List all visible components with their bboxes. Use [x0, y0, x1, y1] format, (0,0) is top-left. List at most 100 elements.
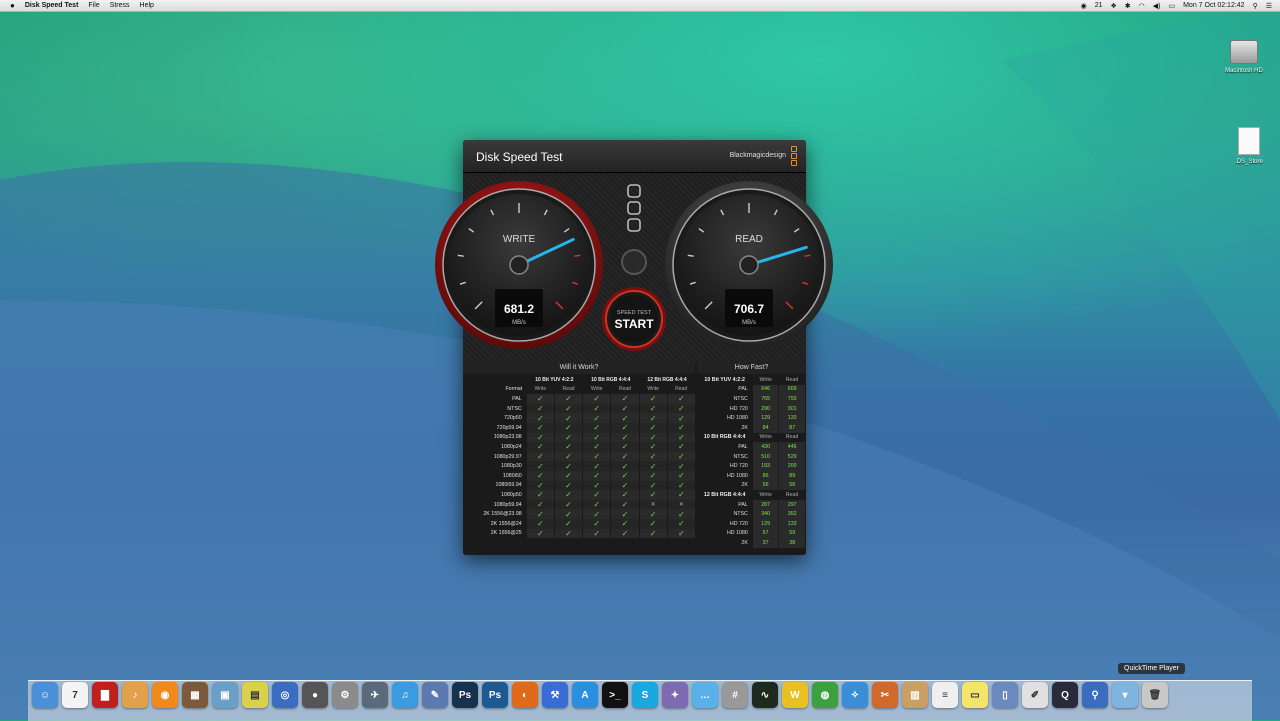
record-icon[interactable]: ◉: [1081, 2, 1087, 10]
dock-photoshop-icon[interactable]: Ps: [452, 682, 478, 708]
apple-icon[interactable]: ●: [10, 1, 15, 10]
dock-chrome-icon[interactable]: ◍: [812, 682, 838, 708]
table-row: PAL 430 446: [697, 442, 805, 452]
how-fast-table: 10 Bit YUV 4:2:2 Write Read PAL 646 669 NTSC 76…: [697, 375, 805, 548]
dock-archive-icon[interactable]: ▥: [902, 682, 928, 708]
dock-image-capture-icon[interactable]: ▤: [242, 682, 268, 708]
menu-file[interactable]: File: [88, 2, 99, 9]
table-row: 1080p50 ✓ ✓ ✓ ✓ ✓ ✓: [463, 490, 695, 500]
dock-terminal-icon[interactable]: >_: [602, 682, 628, 708]
check-icon: ✓: [582, 528, 611, 539]
dock-calculator-icon[interactable]: #: [722, 682, 748, 708]
format-name: PAL: [512, 395, 522, 402]
check-icon: ✓: [553, 480, 583, 491]
write-label: WRITE: [503, 234, 536, 245]
dock-garageband-icon[interactable]: ♪: [122, 682, 148, 708]
desktop-icon-macintosh-hd[interactable]: Macintosh HD: [1214, 40, 1274, 74]
check-icon: ✓: [666, 461, 695, 471]
dock-script-editor-icon[interactable]: ✐: [1022, 682, 1048, 708]
title-bar[interactable]: Disk Speed Test Blackmagicdesign: [463, 140, 806, 173]
check-icon: ✓: [638, 394, 668, 404]
clock[interactable]: Mon 7 Oct 02:12:42: [1183, 2, 1244, 9]
menu-app-name[interactable]: Disk Speed Test: [25, 2, 79, 9]
dock-preview-icon[interactable]: ▣: [212, 682, 238, 708]
dock-utility-icon[interactable]: ✦: [662, 682, 688, 708]
write-fps: 340: [751, 509, 779, 519]
resolution-label: NTSC: [733, 511, 748, 518]
dock-spotlight-icon[interactable]: ⚲: [1082, 682, 1108, 708]
dock-pages-icon[interactable]: ▯: [992, 682, 1018, 708]
gauge-tick: [457, 254, 464, 257]
dock-skype-icon[interactable]: S: [632, 682, 658, 708]
cross-icon: ✕: [666, 499, 695, 510]
dock-trash-icon[interactable]: 🗑: [1142, 682, 1168, 708]
drive-selector-knob[interactable]: [621, 249, 647, 275]
dock-quicktime-player-icon[interactable]: Q: [1052, 682, 1078, 708]
dock-iphoto-icon[interactable]: ▦: [182, 682, 208, 708]
write-fps: 287: [751, 499, 779, 510]
dock-photoshop-cc-icon[interactable]: Ps: [482, 682, 508, 708]
bluetooth-icon[interactable]: ✱: [1125, 2, 1131, 10]
dock-network-utility-icon[interactable]: ◎: [272, 682, 298, 708]
check-icon: ✓: [582, 403, 611, 414]
format-name: 1080p23.98: [493, 434, 522, 441]
format-name: 1080i59.94: [495, 482, 522, 489]
dock-system-preferences-icon[interactable]: ⚙: [332, 682, 358, 708]
check-icon: ✓: [553, 432, 583, 443]
check-icon: ✓: [638, 403, 668, 414]
notification-center-icon[interactable]: ☰: [1266, 2, 1272, 10]
resolution-label: 2K: [741, 424, 748, 431]
dock-itunes-icon[interactable]: ♫: [392, 682, 418, 708]
dock-stickies-icon[interactable]: ▭: [962, 682, 988, 708]
dock-firefox-icon[interactable]: ◐: [512, 682, 538, 708]
dock-messages-icon[interactable]: …: [692, 682, 718, 708]
dock-finder-icon[interactable]: ☺: [32, 682, 58, 708]
dock-word-icon[interactable]: W: [782, 682, 808, 708]
dock-snippets-icon[interactable]: ✂: [872, 682, 898, 708]
read-speed-unit: MB/s: [742, 320, 756, 326]
check-icon: ✓: [525, 413, 555, 423]
dock-calendar-icon[interactable]: 7: [62, 682, 88, 708]
spotlight-icon[interactable]: ⚲: [1253, 2, 1258, 10]
check-icon: ✓: [553, 413, 583, 423]
dock-textedit-icon[interactable]: ≡: [932, 682, 958, 708]
window-title: Disk Speed Test: [476, 150, 563, 164]
dock-xcode-icon[interactable]: ⚒: [542, 682, 568, 708]
read-fps: 38: [778, 538, 805, 548]
dock-ibooks-icon[interactable]: ◉: [152, 682, 178, 708]
read-fps: 59: [778, 528, 805, 539]
dock-photo-booth-icon[interactable]: ▇: [92, 682, 118, 708]
volume-icon[interactable]: ◀): [1153, 2, 1161, 10]
check-icon: ✓: [638, 451, 668, 462]
dock-activity-monitor-icon[interactable]: ∿: [752, 682, 778, 708]
flag-icon[interactable]: ▭: [1168, 2, 1175, 10]
check-icon: ✓: [666, 413, 695, 423]
dock-downloads-folder-icon[interactable]: ▾: [1112, 682, 1138, 708]
start-button[interactable]: SPEED TEST START: [602, 287, 666, 351]
table-row: 1080p29.97 ✓ ✓ ✓ ✓ ✓ ✓: [463, 451, 695, 462]
menu-stress[interactable]: Stress: [110, 2, 130, 9]
table-row: 1080p59.94 ✓ ✓ ✓ ✓ ✕ ✕: [463, 499, 695, 510]
settings-icon[interactable]: [627, 184, 641, 232]
column-header: Write: [759, 491, 772, 498]
dock-launchpad-icon[interactable]: ✈: [362, 682, 388, 708]
dropbox-icon[interactable]: ❖: [1110, 2, 1116, 10]
desktop-icon-ds-store[interactable]: .DS_Store: [1219, 127, 1279, 165]
dock-app-store-icon[interactable]: A: [572, 682, 598, 708]
gauges-overlay: WRITE 681.2 MB/s READ 706.7 MB/s SPEED T…: [435, 181, 833, 351]
wifi-icon[interactable]: ◠: [1139, 2, 1145, 10]
check-icon: ✓: [666, 480, 695, 491]
menu-help[interactable]: Help: [140, 2, 154, 9]
dock-safari-icon[interactable]: ✧: [842, 682, 868, 708]
check-icon: ✓: [610, 413, 640, 423]
check-icon: ✓: [666, 451, 695, 462]
check-icon: ✓: [610, 499, 640, 510]
dock-dvd-player-icon[interactable]: ●: [302, 682, 328, 708]
write-fps: 86: [751, 470, 779, 481]
status-count[interactable]: 21: [1095, 2, 1103, 9]
write-fps: 56: [751, 480, 779, 491]
check-icon: ✓: [582, 413, 611, 423]
format-name: 2K 1556@25: [490, 530, 522, 537]
read-fps: 529: [778, 451, 805, 462]
dock-automator-icon[interactable]: ✎: [422, 682, 448, 708]
